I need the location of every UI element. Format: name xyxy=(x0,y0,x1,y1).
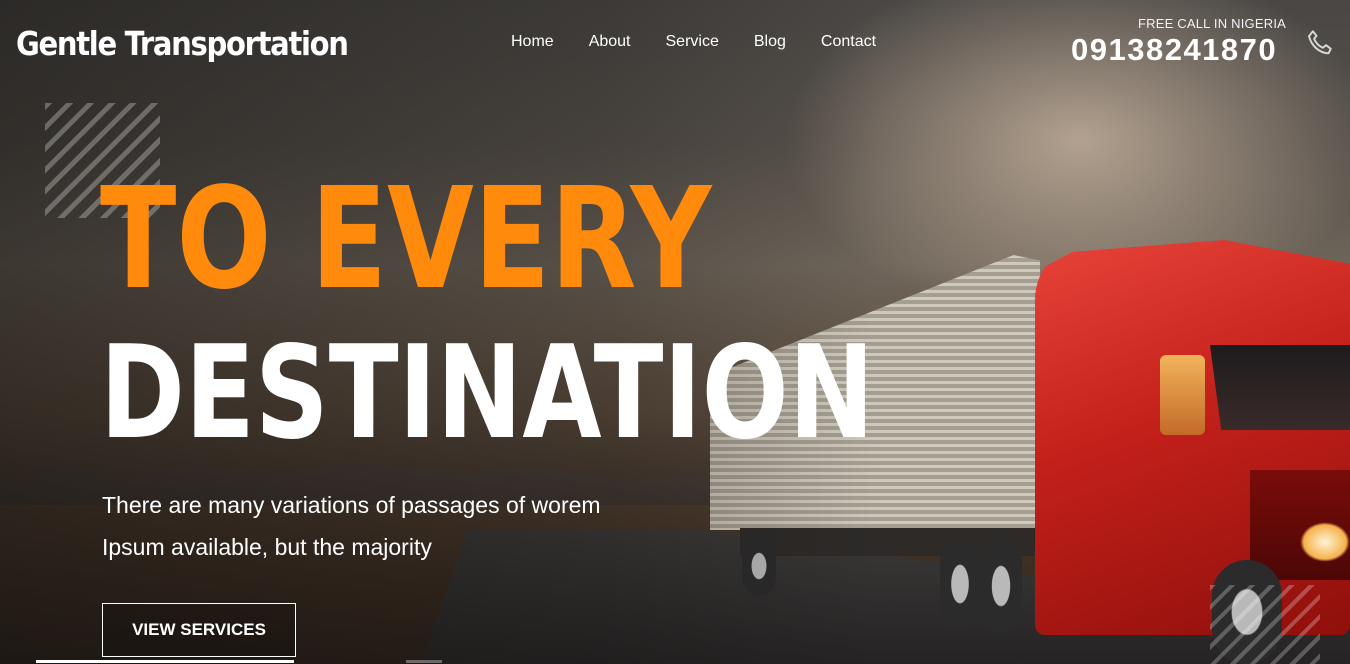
hero-title-line2: DESTINATION xyxy=(100,319,875,468)
brand-logo[interactable]: Gentle Transportation xyxy=(16,24,349,63)
phone-number[interactable]: 09138241870 xyxy=(1071,32,1277,68)
slider-progress-inactive[interactable] xyxy=(406,660,442,663)
hero-description: There are many variations of passages of… xyxy=(102,484,682,568)
nav-home[interactable]: Home xyxy=(511,33,554,51)
phone-icon[interactable] xyxy=(1303,26,1339,62)
hero-description-line1: There are many variations of passages of… xyxy=(102,492,601,518)
nav-about[interactable]: About xyxy=(589,33,631,51)
hero-description-line2: Ipsum available, but the majority xyxy=(102,534,432,560)
nav-service[interactable]: Service xyxy=(666,33,719,51)
view-services-button[interactable]: VIEW SERVICES xyxy=(102,603,296,657)
nav-contact[interactable]: Contact xyxy=(821,33,876,51)
main-nav: Home About Service Blog Contact xyxy=(511,33,911,51)
hero-title-line1: TO EVERY xyxy=(100,158,712,321)
call-label: FREE CALL IN NIGERIA xyxy=(1138,16,1286,31)
decorative-stripes xyxy=(1210,585,1320,664)
nav-blog[interactable]: Blog xyxy=(754,33,786,51)
slider-progress-active[interactable] xyxy=(36,660,294,663)
